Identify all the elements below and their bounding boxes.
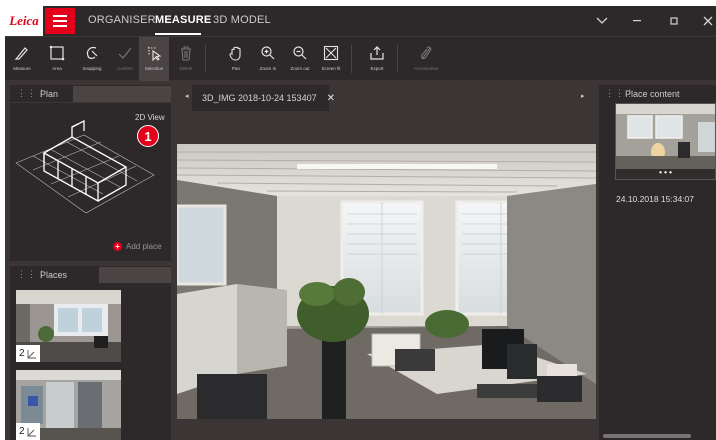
angle-icon [27, 349, 36, 358]
2d-view-label[interactable]: 2D View [135, 113, 165, 122]
places-panel: ⋮⋮⋮ Places 2 2 [10, 266, 171, 440]
tab-organiser[interactable]: ORGANISER [88, 14, 156, 26]
area-label: Area [52, 66, 62, 71]
zoom-in-icon [261, 46, 275, 60]
document-tab[interactable]: 3D_IMG 2018-10-24 153407 ✕ [192, 85, 335, 111]
angle-icon [27, 427, 36, 436]
plan-title: Plan [40, 89, 59, 99]
plan-tab-area [73, 86, 171, 102]
measure-button[interactable]: Measure [7, 37, 37, 81]
tab-3d-model[interactable]: 3D MODEL [213, 14, 271, 26]
more-options-icon[interactable]: • • • [616, 169, 715, 179]
content-thumbnail[interactable]: • • • [615, 103, 716, 180]
area-button[interactable]: Area [42, 37, 72, 81]
pencil-icon [14, 47, 28, 60]
restore-icon[interactable] [657, 10, 691, 32]
scroll-right-arrow-icon[interactable]: ▸ [581, 92, 585, 100]
selection-cursor-icon [148, 47, 162, 61]
snapping-button[interactable]: Snapping [77, 37, 107, 81]
minimize-icon[interactable] [621, 10, 655, 32]
zoom-out-icon [293, 46, 307, 60]
document-tab-title: 3D_IMG 2018-10-24 153407 [202, 93, 317, 103]
place-count-number: 2 [19, 426, 25, 437]
confirm-label: Confirm [117, 66, 133, 71]
check-icon [118, 47, 132, 59]
toolbar: Measure Area Snapping Confirm Selection … [5, 36, 716, 81]
document-tab-bar: 3D_IMG 2018-10-24 153407 ✕ [177, 85, 597, 111]
add-place-label: Add place [126, 242, 162, 251]
plus-icon: + [113, 242, 122, 251]
screen-fit-label: Screen fit [321, 66, 341, 71]
places-title: Places [40, 270, 68, 280]
hamburger-icon[interactable] [45, 8, 75, 34]
image-viewer[interactable] [177, 144, 596, 419]
zoom-out-button[interactable]: Zoom out [285, 37, 315, 81]
confirm-button[interactable]: Confirm [110, 37, 140, 81]
toolbar-separator [397, 45, 398, 73]
place-content-panel: ⋮⋮⋮ Place content • • • 24.10.2018 15:34… [599, 85, 716, 440]
close-icon[interactable] [691, 10, 716, 32]
toolbar-separator [351, 45, 352, 73]
step-badge: 1 [137, 125, 159, 147]
toolbar-separator [205, 45, 206, 73]
hand-icon [229, 46, 241, 61]
export-label: Export [370, 66, 384, 71]
app-window: Leica ORGANISER MEASURE 3D MODEL Measure… [5, 6, 716, 440]
leica-logo: Leica [5, 6, 43, 36]
place-count: 2 [16, 423, 40, 440]
place-thumbnail[interactable]: 2 [16, 370, 121, 440]
snap-icon [86, 46, 98, 59]
capture-timestamp: 24.10.2018 15:34:07 [616, 194, 694, 204]
selection-label: Selection [144, 66, 164, 71]
selection-button[interactable]: Selection [139, 37, 169, 81]
title-bar: Leica ORGANISER MEASURE 3D MODEL [5, 6, 716, 36]
close-tab-icon[interactable]: ✕ [327, 93, 335, 104]
delete-label: Delete [179, 66, 193, 71]
scroll-left-arrow-icon[interactable]: ◂ [185, 92, 189, 100]
office-photo [177, 144, 596, 419]
accessories-icon [420, 46, 432, 60]
pan-label: Pan [231, 66, 240, 71]
delete-button[interactable]: Delete [171, 37, 201, 81]
chevron-down-icon[interactable] [585, 10, 619, 32]
plan-header: ⋮⋮⋮ Plan [10, 85, 171, 103]
pan-button[interactable]: Pan [221, 37, 251, 81]
place-content-title: Place content [625, 89, 680, 99]
place-thumbnail[interactable]: 2 [16, 290, 121, 362]
place-count-number: 2 [19, 348, 25, 359]
place-count: 2 [16, 345, 40, 362]
horizontal-scrollbar[interactable] [603, 434, 691, 438]
measure-label: Measure [13, 66, 31, 71]
active-tab-underline [155, 33, 201, 35]
zoom-in-button[interactable]: Zoom In [253, 37, 283, 81]
export-button[interactable]: Export [362, 37, 392, 81]
square-icon [49, 45, 65, 61]
export-icon [370, 46, 384, 60]
zoom-in-label: Zoom In [259, 66, 277, 71]
places-tab-area [99, 267, 171, 283]
snapping-label: Snapping [82, 66, 102, 71]
tab-measure[interactable]: MEASURE [155, 14, 211, 26]
accessories-label: Accessories [413, 66, 439, 71]
plan-panel: ⋮⋮⋮ Plan 2D View 1 + Add place [10, 85, 171, 261]
screen-fit-icon [323, 45, 339, 61]
screen-fit-button[interactable]: Screen fit [316, 37, 346, 81]
accessories-button[interactable]: Accessories [411, 37, 441, 81]
trash-icon [181, 46, 191, 61]
zoom-out-label: Zoom out [290, 66, 310, 71]
logo-text: Leica [9, 13, 39, 28]
add-place-button[interactable]: + Add place [113, 242, 162, 251]
